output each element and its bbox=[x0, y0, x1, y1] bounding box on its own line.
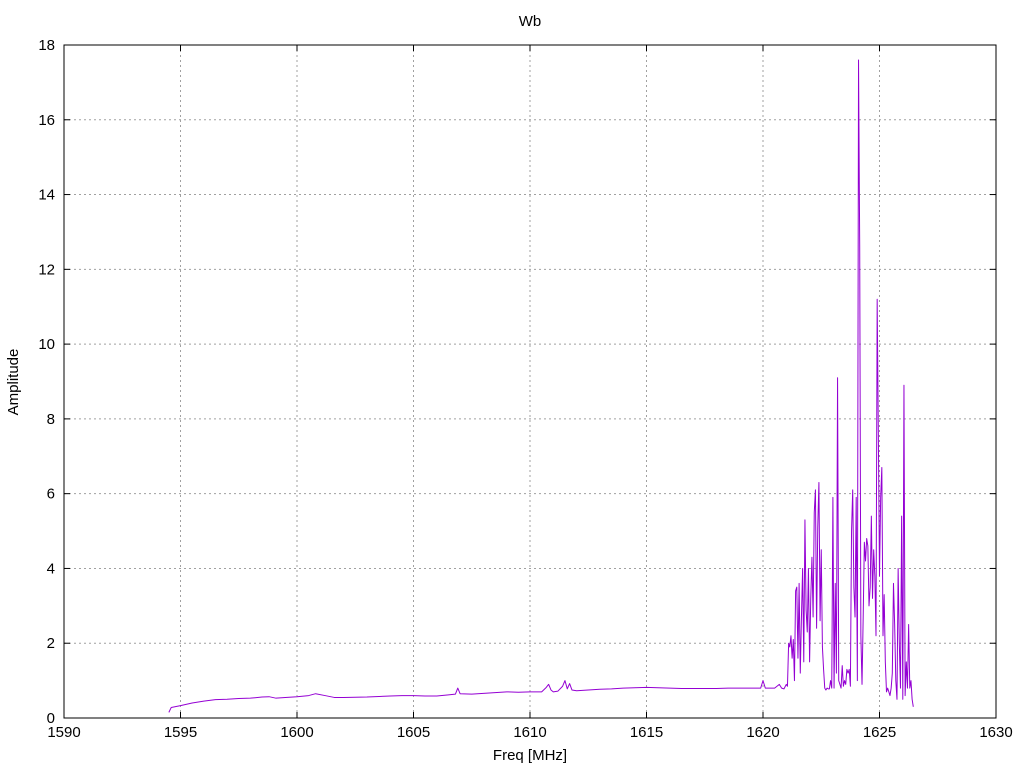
y-tick-label: 2 bbox=[47, 635, 55, 652]
series-group bbox=[168, 59, 914, 713]
x-tick-label: 1600 bbox=[280, 724, 313, 741]
x-tick-label: 1605 bbox=[397, 724, 430, 741]
x-tick-label: 1615 bbox=[630, 724, 663, 741]
y-tick-label: 0 bbox=[47, 710, 55, 727]
line-chart: Wb 1590 1595 1600 1605 1610 1615 1620 1625 1630 … bbox=[5, 13, 1013, 764]
y-tick-label: 12 bbox=[38, 261, 55, 278]
y-axis: 0 2 4 6 8 10 12 14 16 18 bbox=[38, 37, 996, 727]
x-tick-label: 1625 bbox=[863, 724, 896, 741]
y-tick-label: 4 bbox=[47, 560, 55, 577]
x-tick-label: 1630 bbox=[979, 724, 1012, 741]
y-tick-label: 18 bbox=[38, 37, 55, 54]
y-tick-label: 6 bbox=[47, 486, 55, 503]
chart-title: Wb bbox=[519, 13, 542, 30]
y-tick-label: 8 bbox=[47, 411, 55, 428]
y-tick-label: 16 bbox=[38, 112, 55, 129]
series-line bbox=[168, 59, 914, 713]
x-axis-label: Freq [MHz] bbox=[493, 747, 567, 764]
x-tick-label: 1610 bbox=[513, 724, 546, 741]
y-tick-label: 10 bbox=[38, 336, 55, 353]
y-axis-label: Amplitude bbox=[5, 349, 22, 416]
x-tick-label: 1620 bbox=[746, 724, 779, 741]
grid-lines bbox=[64, 45, 996, 718]
y-tick-label: 14 bbox=[38, 187, 55, 204]
x-tick-label: 1595 bbox=[164, 724, 197, 741]
